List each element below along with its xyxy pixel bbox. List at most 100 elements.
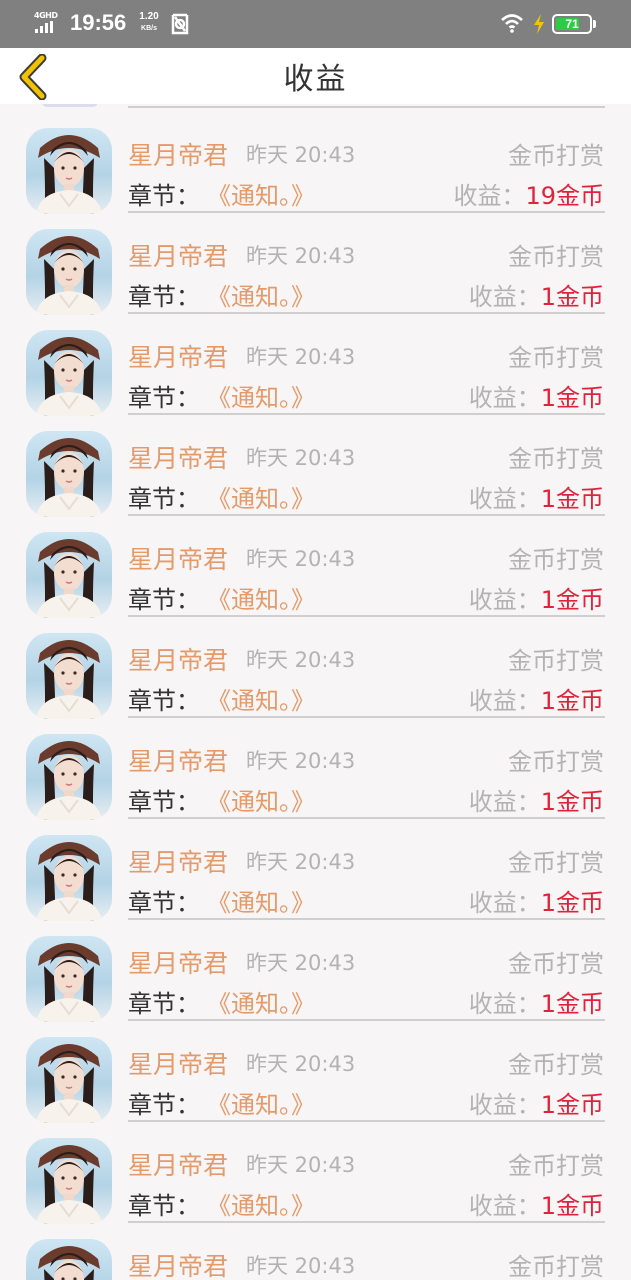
timestamp: 昨天 20:43 xyxy=(246,547,356,571)
income: 收益：1金币 xyxy=(469,378,604,413)
chapter-title[interactable]: 《通知。》 xyxy=(207,176,315,211)
avatar xyxy=(26,835,112,921)
income-list[interactable]: 星月帝君 昨天 20:43 金币打赏 章节： 《通知。》 收益：19金币 星月帝… xyxy=(0,104,631,1280)
avatar xyxy=(26,734,112,820)
app-header: 收益 xyxy=(0,48,631,104)
income-value: 1金币 xyxy=(540,687,604,715)
chapter-title[interactable]: 《通知。》 xyxy=(207,1085,315,1120)
network-speed-value: 1.20 xyxy=(139,11,159,22)
income-label: 收益： xyxy=(468,687,541,715)
sender-name: 星月帝君 xyxy=(128,343,229,372)
avatar xyxy=(26,330,112,416)
income-value: 1金币 xyxy=(540,990,604,1018)
avatar xyxy=(26,1037,112,1123)
timestamp: 昨天 20:43 xyxy=(246,446,356,470)
battery-nub xyxy=(593,20,596,28)
income: 收益：1金币 xyxy=(469,681,604,716)
chapter-title[interactable]: 《通知。》 xyxy=(207,984,315,1019)
sender-name: 星月帝君 xyxy=(128,242,229,271)
status-bar: 4GHD 19:56 1.20 KB/s 71 xyxy=(0,0,631,48)
chapter-title[interactable]: 《通知。》 xyxy=(207,782,315,817)
clock: 19:56 xyxy=(70,10,127,35)
income-row[interactable]: 星月帝君 昨天 20:43 金币打赏 章节： 《通知。》 收益：1金币 xyxy=(0,512,631,618)
timestamp: 昨天 20:43 xyxy=(246,1153,356,1177)
avatar xyxy=(26,229,112,315)
timestamp: 昨天 20:43 xyxy=(246,951,356,975)
charging-bolt-icon xyxy=(534,14,544,34)
timestamp: 昨天 20:43 xyxy=(246,648,356,672)
sender-name: 星月帝君 xyxy=(128,1252,229,1280)
sender-name: 星月帝君 xyxy=(128,949,229,978)
reward-type: 金币打赏 xyxy=(508,950,604,978)
income-label: 收益： xyxy=(468,384,541,412)
income-value: 1金币 xyxy=(540,1192,604,1220)
income-row[interactable]: 星月帝君 昨天 20:43 金币打赏 章节： 《通知。》 收益：1金币 xyxy=(0,411,631,517)
timestamp: 昨天 20:43 xyxy=(246,244,356,268)
reward-type: 金币打赏 xyxy=(508,647,604,675)
wifi-icon xyxy=(501,14,523,33)
chapter-title[interactable]: 《通知。》 xyxy=(207,681,315,716)
chapter-label: 章节： xyxy=(128,788,200,816)
income-value: 1金币 xyxy=(540,788,604,816)
timestamp: 昨天 20:43 xyxy=(246,1254,356,1278)
avatar xyxy=(26,1138,112,1224)
sender-name: 星月帝君 xyxy=(128,848,229,877)
income: 收益：1金币 xyxy=(469,277,604,312)
income-label: 收益： xyxy=(468,283,541,311)
income-label: 收益： xyxy=(468,586,541,614)
income-row[interactable]: 星月帝君 昨天 20:43 金币打赏 章节： 《通知。》 收益：1金币 xyxy=(0,916,631,1022)
avatar xyxy=(26,633,112,719)
income-row[interactable]: 星月帝君 昨天 20:43 金币打赏 章节： 《通知。》 收益：1金币 xyxy=(0,1219,631,1280)
timestamp: 昨天 20:43 xyxy=(246,143,356,167)
income-value: 1金币 xyxy=(540,586,604,614)
income-row[interactable]: 星月帝君 昨天 20:43 金币打赏 章节： 《通知。》 收益：19金币 xyxy=(0,108,631,214)
avatar xyxy=(26,1239,112,1280)
sender-name: 星月帝君 xyxy=(128,1151,229,1180)
income-row[interactable]: 星月帝君 昨天 20:43 金币打赏 章节： 《通知。》 收益：1金币 xyxy=(0,1118,631,1224)
chapter-title[interactable]: 《通知。》 xyxy=(207,1186,315,1221)
avatar xyxy=(42,104,98,107)
income-row[interactable]: 星月帝君 昨天 20:43 金币打赏 章节： 《通知。》 收益：1金币 xyxy=(0,714,631,820)
sender-name: 星月帝君 xyxy=(128,1050,229,1079)
sender-name: 星月帝君 xyxy=(128,444,229,473)
income-row[interactable]: 星月帝君 昨天 20:43 金币打赏 章节： 《通知。》 收益：1金币 xyxy=(0,613,631,719)
chapter-title[interactable]: 《通知。》 xyxy=(207,479,315,514)
chapter-label: 章节： xyxy=(128,687,200,715)
chapter-label: 章节： xyxy=(128,182,200,210)
income-row[interactable]: 星月帝君 昨天 20:43 金币打赏 章节： 《通知。》 收益：1金币 xyxy=(0,310,631,416)
income: 收益：1金币 xyxy=(469,883,604,918)
chapter-title[interactable]: 《通知。》 xyxy=(207,580,315,615)
income-label: 收益： xyxy=(468,485,541,513)
sender-name: 星月帝君 xyxy=(128,141,229,170)
chapter-label: 章节： xyxy=(128,283,200,311)
avatar xyxy=(26,128,112,214)
chevron-left-icon xyxy=(19,54,47,100)
income-row[interactable]: 星月帝君 昨天 20:43 金币打赏 章节： 《通知。》 收益：1金币 xyxy=(0,1017,631,1123)
signal-icon: 4GHD xyxy=(34,11,62,35)
chapter-label: 章节： xyxy=(128,485,200,513)
timestamp: 昨天 20:43 xyxy=(246,850,356,874)
income-row[interactable]: 星月帝君 昨天 20:43 金币打赏 章节： 《通知。》 收益：1金币 xyxy=(0,815,631,921)
back-button[interactable] xyxy=(16,54,50,100)
income-label: 收益： xyxy=(468,889,541,917)
reward-type: 金币打赏 xyxy=(508,849,604,877)
income: 收益：19金币 xyxy=(453,176,604,211)
avatar xyxy=(26,936,112,1022)
reward-type: 金币打赏 xyxy=(508,142,604,170)
income: 收益：1金币 xyxy=(469,1085,604,1120)
sender-name: 星月帝君 xyxy=(128,747,229,776)
income: 收益：1金币 xyxy=(469,1186,604,1221)
avatar xyxy=(26,431,112,517)
network-type: 4GHD xyxy=(34,11,58,20)
chapter-title[interactable]: 《通知。》 xyxy=(207,883,315,918)
chapter-title[interactable]: 《通知。》 xyxy=(207,378,315,413)
income-value: 1金币 xyxy=(540,485,604,513)
reward-type: 金币打赏 xyxy=(508,243,604,271)
chapter-label: 章节： xyxy=(128,889,200,917)
chapter-title[interactable]: 《通知。》 xyxy=(207,277,315,312)
chapter-label: 章节： xyxy=(128,384,200,412)
income-row[interactable]: 星月帝君 昨天 20:43 金币打赏 章节： 《通知。》 收益：1金币 xyxy=(0,209,631,315)
chapter-label: 章节： xyxy=(128,1192,200,1220)
network-speed: 1.20 KB/s xyxy=(134,11,164,35)
income-value: 1金币 xyxy=(540,283,604,311)
